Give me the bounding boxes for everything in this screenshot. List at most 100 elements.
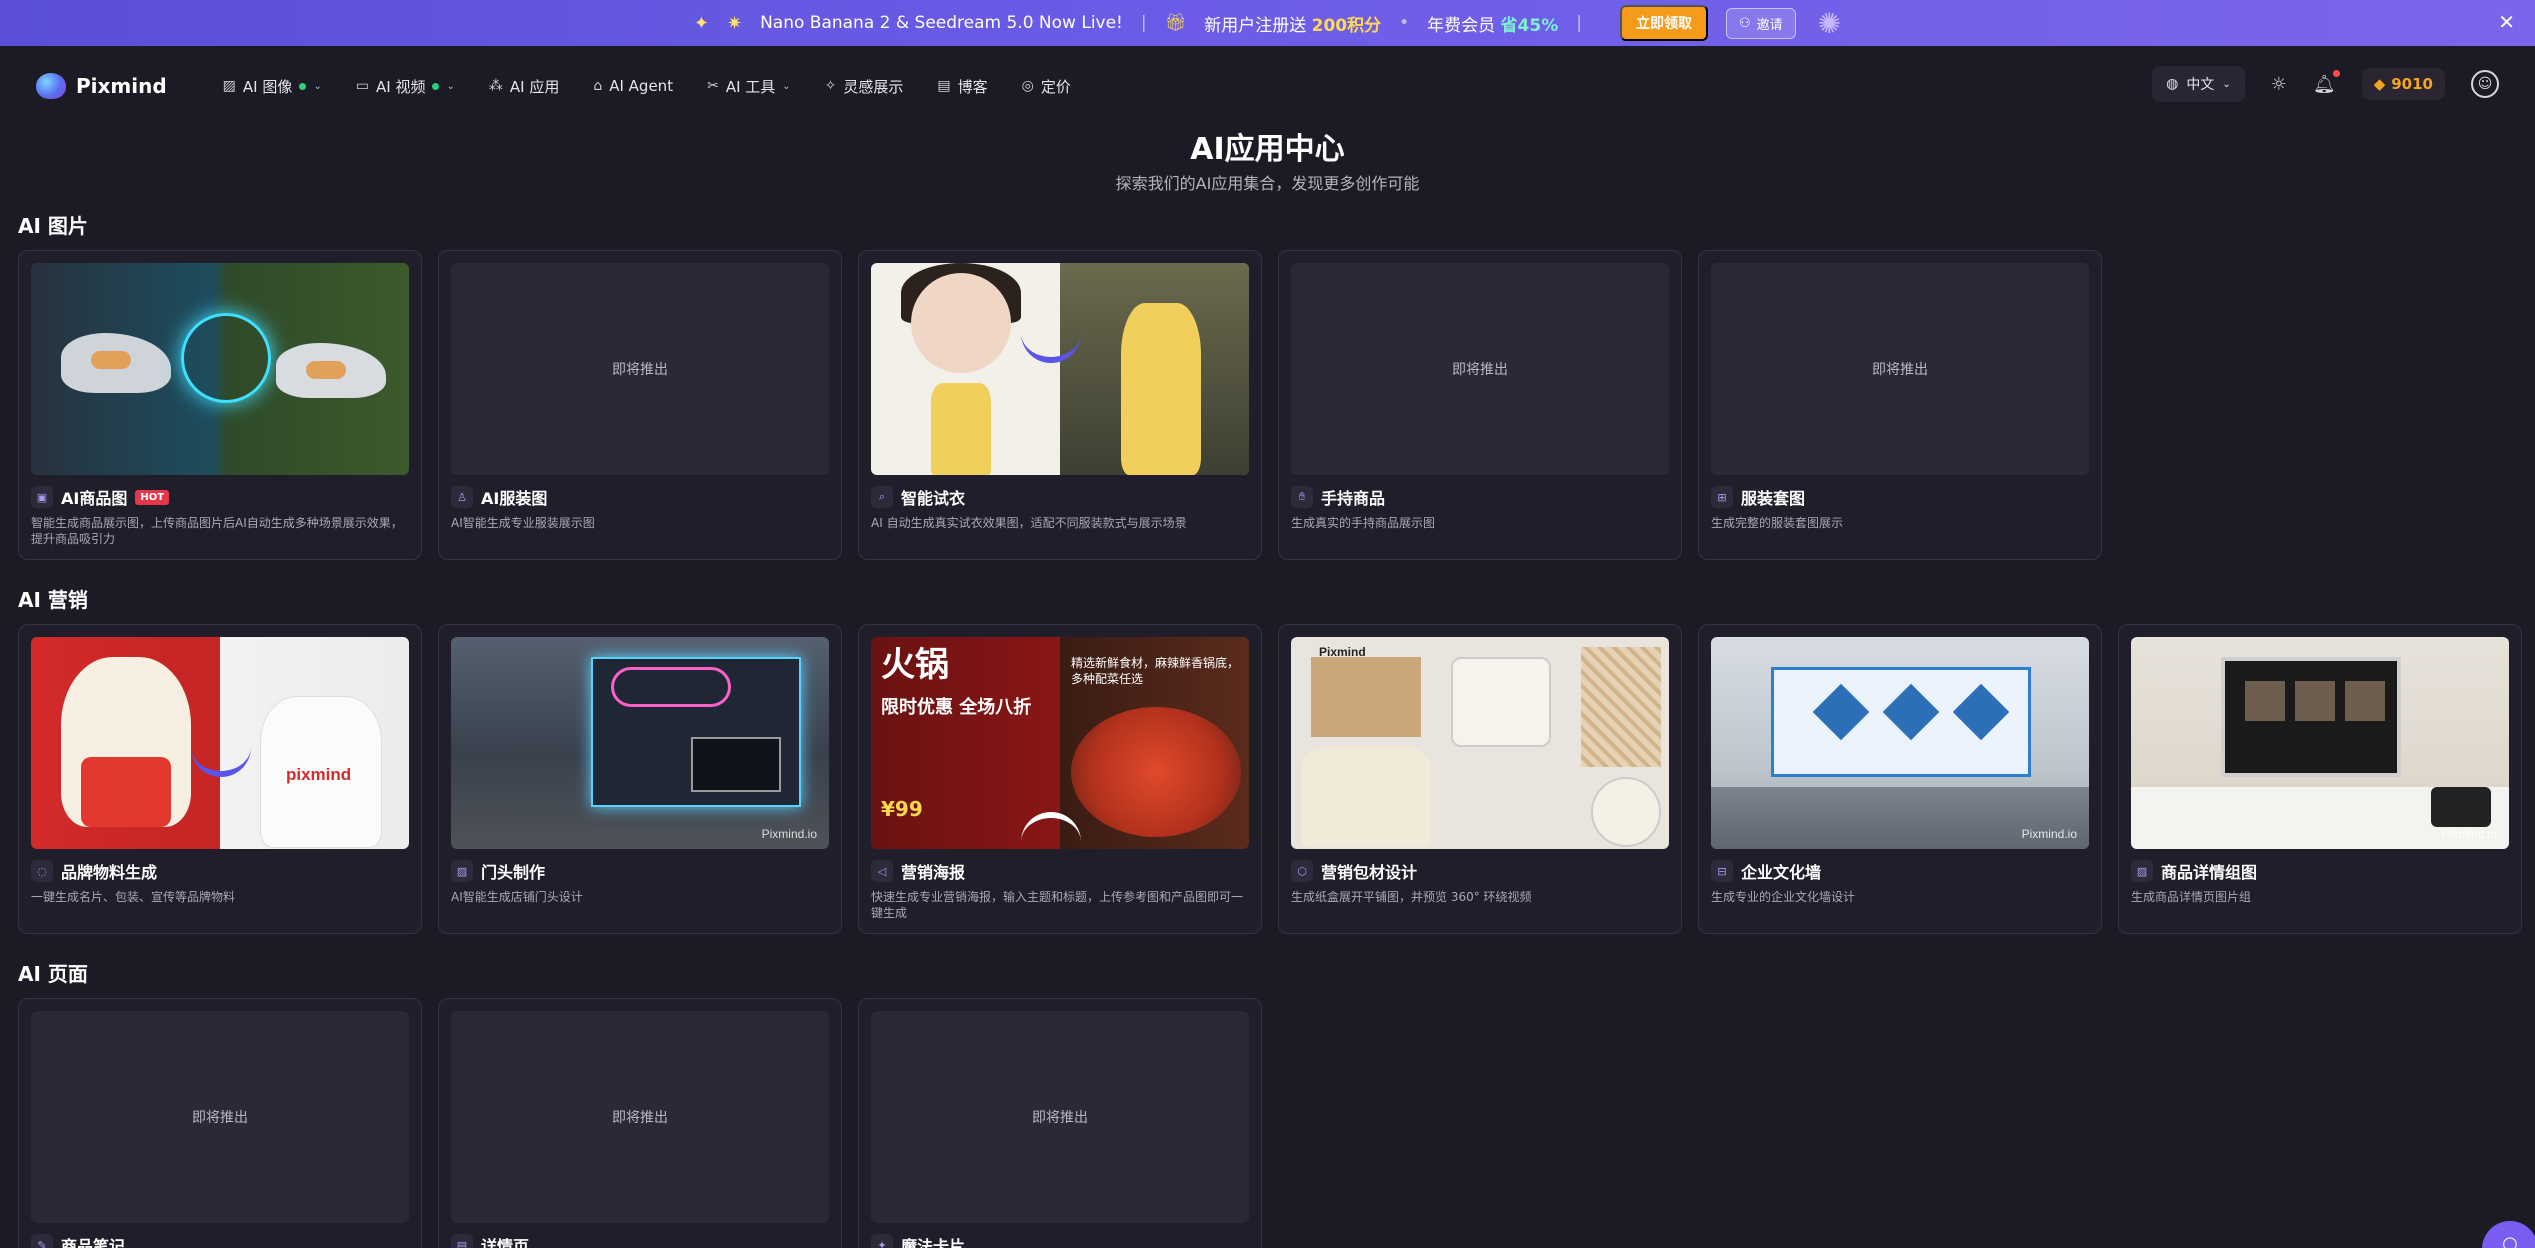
card-label: ▨ 商品详情组图 <box>2131 859 2257 883</box>
watermark: Pixmind.io <box>761 827 817 841</box>
app-card-clothing-set[interactable]: 即将推出 ⊞ 服装套图 生成完整的服装套图展示 <box>1698 250 2102 560</box>
watermark: Pixmind.io <box>2441 827 2497 841</box>
nav-inspiration[interactable]: ✧ 灵感展示 <box>825 76 904 97</box>
app-card-handheld-product[interactable]: 即将推出 ✋︎ 手持商品 生成真实的手持商品展示图 <box>1278 250 1682 560</box>
credits-badge[interactable]: ◆ 9010 <box>2361 68 2445 100</box>
pack-brand: Pixmind <box>1319 645 1366 659</box>
nav-label: AI 工具 <box>725 77 776 96</box>
nav-ai-video[interactable]: ▭ AI 视频 ⌄ <box>356 76 455 97</box>
app-card-product-notes[interactable]: 即将推出 ✎ 商品笔记 <box>18 998 422 1248</box>
claim-button[interactable]: 立即领取 <box>1619 5 1708 41</box>
card-description: AI智能生成店铺门头设计 <box>451 890 583 904</box>
card-name: 门头制作 <box>481 863 546 882</box>
top-nav: Pixmind ▨ AI 图像 ⌄ ▭ AI 视频 ⌄ ⁂ AI 应用 ⌂ AI… <box>0 46 2535 126</box>
ox-mascot-artwork: pixmind <box>31 637 409 849</box>
promo-divider: | <box>1140 13 1147 33</box>
shirt-icon: ♙ <box>451 486 473 508</box>
nav-label: 博客 <box>957 77 988 96</box>
magic-card-icon: ✦ <box>871 1234 893 1248</box>
chevron-down-icon: ⌄ <box>313 80 322 92</box>
culture-wall-artwork: Pixmind.io <box>1711 637 2089 849</box>
card-thumbnail: Pixmind.io <box>2131 637 2509 849</box>
nav-label: AI Agent <box>609 77 674 95</box>
chevron-down-icon: ⌄ <box>782 80 791 92</box>
image-icon: ▨ <box>2131 860 2153 882</box>
card-name: 商品详情组图 <box>2161 863 2258 882</box>
poster-big-text: 火锅 <box>881 645 949 685</box>
app-card-brand-materials[interactable]: pixmind ◌ 品牌物料生成 一键生成名片、包装、宣传等品牌物料 <box>18 624 422 934</box>
theme-toggle-sun-icon[interactable]: ☼ <box>2271 74 2287 95</box>
robot-icon: ⌂ <box>593 78 603 94</box>
card-thumbnail: Pixmind.io <box>1711 637 2089 849</box>
card-label: ✋︎ 手持商品 <box>1291 485 1385 509</box>
bell-icon[interactable]: 🔔︎ <box>2313 69 2340 95</box>
nav-pricing[interactable]: ◎ 定价 <box>1022 76 1071 97</box>
app-card-marketing-poster[interactable]: 火锅 限时优惠 全场八折 ¥99 精选新鲜食材，麻辣鲜香锅底，多种配菜任选 ◁ … <box>858 624 1262 934</box>
card-thumbnail: 即将推出 <box>1291 263 1669 475</box>
app-card-product-detail-set[interactable]: Pixmind.io ▨ 商品详情组图 生成商品详情页图片组 <box>2118 624 2522 934</box>
app-card-clothing-image[interactable]: 即将推出 ♙ AI服装图 AI智能生成专业服装展示图 <box>438 250 842 560</box>
desk-artwork: Pixmind.io <box>2131 637 2509 849</box>
nav-label: AI 应用 <box>509 77 560 96</box>
hand-icon: ✋︎ <box>1291 486 1313 508</box>
coming-soon: 即将推出 <box>612 362 668 378</box>
chat-assistant-button[interactable]: ○ <box>2482 1221 2535 1248</box>
app-card-magic-card[interactable]: 即将推出 ✦ 魔法卡片 <box>858 998 1262 1248</box>
hot-badge: HOT <box>135 489 170 505</box>
card-label: ✎ 商品笔记 <box>31 1233 125 1248</box>
product-icon: ▣ <box>31 486 53 508</box>
coming-soon: 即将推出 <box>192 1110 248 1126</box>
app-card-packaging-design[interactable]: Pixmind ⬡ 营销包材设计 生成纸盒展开平铺图，并预览 360° 环绕视频 <box>1278 624 1682 934</box>
nav-ai-image[interactable]: ▨ AI 图像 ⌄ <box>223 76 322 97</box>
fireworks-icon: ✺ <box>1817 6 1842 40</box>
app-card-detail-page[interactable]: 即将推出 ▤ 详情页 <box>438 998 842 1248</box>
nav-ai-apps[interactable]: ⁂ AI 应用 <box>489 76 559 97</box>
card-description: 生成商品详情页图片组 <box>2131 890 2252 904</box>
card-description: AI智能生成专业服装展示图 <box>451 516 595 530</box>
nav-ai-agent[interactable]: ⌂ AI Agent <box>593 77 673 95</box>
nav-ai-tools[interactable]: ✂ AI 工具 ⌄ <box>707 76 791 97</box>
megaphone-icon: ◁ <box>871 860 893 882</box>
card-thumbnail: 即将推出 <box>451 263 829 475</box>
sparkle-icon: ✧ <box>824 78 837 94</box>
dress-artwork <box>871 263 1249 475</box>
document-icon: ▤ <box>937 78 951 94</box>
brand-name: Pixmind <box>76 74 167 98</box>
app-card-virtual-tryon[interactable]: ⌕ 智能试衣 AI 自动生成真实试衣效果图，适配不同服装款式与展示场景 <box>858 250 1262 560</box>
card-name: AI商品图 <box>61 489 128 508</box>
nav-blog[interactable]: ▤ 博客 <box>937 76 987 97</box>
card-name: 魔法卡片 <box>901 1237 966 1248</box>
invite-button[interactable]: ⚇ 邀请 <box>1725 7 1796 39</box>
card-name: 智能试衣 <box>901 489 966 508</box>
pixmind-wordmark: pixmind <box>286 765 352 784</box>
watermark: Pixmind.io <box>2021 827 2077 841</box>
shoe-artwork <box>31 263 409 475</box>
page-icon: ▤ <box>451 1234 473 1248</box>
close-icon[interactable]: ✕ <box>2498 10 2515 34</box>
card-label: ◁ 营销海报 <box>871 859 965 883</box>
video-icon: ▭ <box>355 78 369 94</box>
signup-bonus: 200积分 <box>1311 15 1382 36</box>
coming-soon: 即将推出 <box>1452 362 1508 378</box>
user-avatar-icon[interactable]: ☺ <box>2471 70 2499 98</box>
card-label: ⊟ 企业文化墙 <box>1711 859 1821 883</box>
section-title-ai-image: AI 图片 <box>18 214 88 238</box>
logo[interactable]: Pixmind <box>36 73 167 99</box>
user-add-icon: ⚇ <box>1738 15 1751 30</box>
poster-right-text: 精选新鲜食材，麻辣鲜香锅底，多种配菜任选 <box>1071 656 1240 686</box>
card-label: ⬡ 营销包材设计 <box>1291 859 1417 883</box>
app-card-product-image[interactable]: ▣ AI商品图 HOT 智能生成商品展示图，上传商品图片后AI自动生成多种场景展… <box>18 250 422 560</box>
app-card-culture-wall[interactable]: Pixmind.io ⊟ 企业文化墙 生成专业的企业文化墙设计 <box>1698 624 2102 934</box>
card-label: ⊞ 服装套图 <box>1711 485 1805 509</box>
app-card-storefront[interactable]: Pixmind.io ▨ 门头制作 AI智能生成店铺门头设计 <box>438 624 842 934</box>
card-thumbnail <box>31 263 409 475</box>
notification-badge <box>2332 69 2340 77</box>
language-select[interactable]: ◍ 中文 ⌄ <box>2152 66 2245 102</box>
note-icon: ✎ <box>31 1234 53 1248</box>
coming-soon: 即将推出 <box>1032 1110 1088 1126</box>
card-thumbnail: 即将推出 <box>1711 263 2089 475</box>
status-dot <box>299 82 307 90</box>
nav-label: AI 视频 <box>376 77 426 96</box>
card-label: ◌ 品牌物料生成 <box>31 859 157 883</box>
card-description: 生成专业的企业文化墙设计 <box>1711 890 1856 904</box>
